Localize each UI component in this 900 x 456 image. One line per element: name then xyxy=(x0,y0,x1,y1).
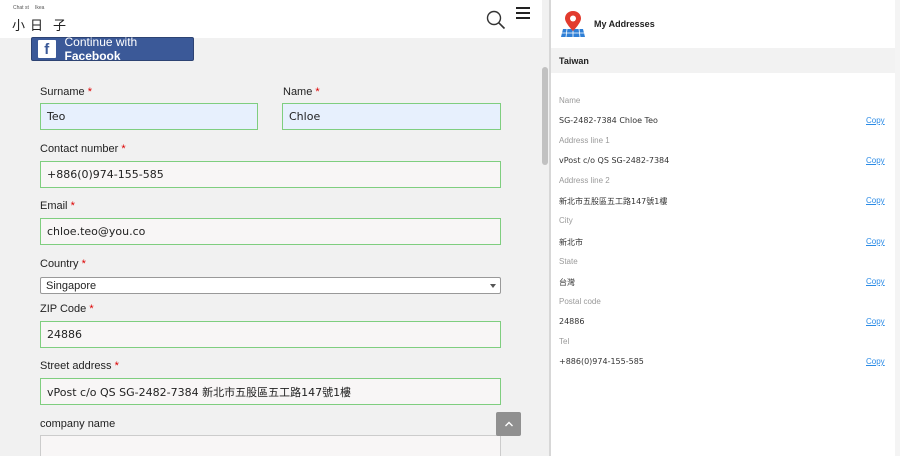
scroll-to-top-button[interactable] xyxy=(496,412,521,436)
panel-title: My Addresses xyxy=(594,19,655,29)
my-addresses-panel: My Addresses Taiwan Name SG-2482-7384 Ch… xyxy=(551,0,900,456)
facebook-button-brand: Facebook xyxy=(64,49,121,63)
name-label: Name * xyxy=(283,86,320,98)
facebook-icon: f xyxy=(38,40,56,58)
logo-caption-left: Chat st xyxy=(13,5,29,11)
site-header: Chat st Ikea 小 日 子 xyxy=(0,0,542,38)
required-marker: * xyxy=(315,86,320,98)
logo-caption-right: Ikea xyxy=(35,5,45,11)
copy-link[interactable]: Copy xyxy=(866,196,885,205)
email-label: Email * xyxy=(40,200,75,212)
country-label: Country * xyxy=(40,258,86,270)
street-address-input[interactable]: vPost c/o QS SG-2482-7384 新北市五股區五工路147號1… xyxy=(40,378,501,405)
address-field-label: State xyxy=(559,257,578,266)
address-field-label: Name xyxy=(559,96,581,105)
required-marker: * xyxy=(70,200,75,212)
copy-link[interactable]: Copy xyxy=(866,116,885,125)
address-field-label: Tel xyxy=(559,337,570,346)
address-field-value: 24886 xyxy=(559,317,585,326)
address-field-value: 新北市 xyxy=(559,238,583,247)
copy-link[interactable]: Copy xyxy=(866,317,885,326)
logo-char[interactable]: 小 xyxy=(12,15,25,34)
address-field-label: City xyxy=(559,216,573,225)
required-marker: * xyxy=(121,143,126,155)
logo-char[interactable]: 子 xyxy=(53,15,66,34)
hamburger-menu-icon[interactable] xyxy=(516,7,530,21)
company-name-input[interactable] xyxy=(40,435,501,456)
street-address-label: Street address * xyxy=(40,360,119,372)
required-marker: * xyxy=(81,258,86,270)
panel-scrollbar[interactable] xyxy=(895,0,900,456)
panel-header: My Addresses xyxy=(551,0,895,48)
address-field-value: 新北市五股區五工路147號1樓 xyxy=(559,197,668,206)
email-input[interactable]: chloe.teo@you.co xyxy=(40,218,501,245)
address-field-label: Address line 1 xyxy=(559,136,610,145)
country-select[interactable]: Singapore xyxy=(40,277,501,294)
logo-char[interactable]: 日 xyxy=(30,15,43,34)
zip-code-label: ZIP Code * xyxy=(40,303,94,315)
address-field-label: Address line 2 xyxy=(559,176,610,185)
facebook-button-prefix: Continue with xyxy=(64,35,138,49)
surname-label: Surname * xyxy=(40,86,92,98)
address-field-value: +886(0)974-155-585 xyxy=(559,357,644,366)
company-name-label: company name xyxy=(40,418,116,430)
address-field-value: SG-2482-7384 Chloe Teo xyxy=(559,116,658,125)
chevron-up-icon xyxy=(504,421,513,427)
address-field-value: 台灣 xyxy=(559,278,575,287)
contact-number-input[interactable]: +886(0)974-155-585 xyxy=(40,161,501,188)
required-marker: * xyxy=(87,86,92,98)
contact-number-label: Contact number * xyxy=(40,143,126,155)
search-icon[interactable] xyxy=(486,10,506,30)
address-country-header: Taiwan xyxy=(551,48,895,73)
zip-code-input[interactable]: 24886 xyxy=(40,321,501,348)
required-marker: * xyxy=(114,360,119,372)
address-field-value: vPost c/o QS SG-2482-7384 xyxy=(559,156,670,165)
name-input[interactable]: Chloe xyxy=(282,103,501,130)
map-pin-icon xyxy=(561,10,585,38)
address-field-label: Postal code xyxy=(559,297,601,306)
page-scrollbar[interactable] xyxy=(541,38,549,456)
country-select-value: Singapore xyxy=(46,279,97,292)
scrollbar-thumb[interactable] xyxy=(542,67,548,165)
checkout-page: Chat st Ikea 小 日 子 f Continue with Faceb… xyxy=(0,0,550,456)
copy-link[interactable]: Copy xyxy=(866,156,885,165)
surname-input[interactable]: Teo xyxy=(40,103,258,130)
dropdown-arrow-icon xyxy=(490,284,496,288)
copy-link[interactable]: Copy xyxy=(866,357,885,366)
copy-link[interactable]: Copy xyxy=(866,277,885,286)
required-marker: * xyxy=(89,303,94,315)
copy-link[interactable]: Copy xyxy=(866,237,885,246)
facebook-login-button[interactable]: f Continue with Facebook xyxy=(31,35,194,63)
